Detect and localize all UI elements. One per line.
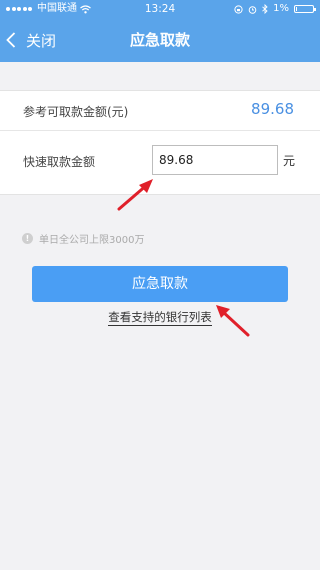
withdraw-amount-input[interactable]: 89.68 [152,145,278,175]
supported-banks-link-row: 查看支持的银行列表 [0,309,320,326]
red-arrow-annotation [216,305,250,337]
info-icon: ! [22,233,33,244]
emergency-withdraw-button[interactable]: 应急取款 [32,266,288,302]
withdraw-card: 参考可取款金额(元) 89.68 快速取款金额 [0,90,320,195]
page-title: 应急取款 [129,31,190,49]
reference-amount-row: 参考可取款金额(元) 89.68 [0,91,320,131]
bluetooth-icon [262,4,268,14]
red-arrow-annotation [117,179,153,211]
reference-amount-value: 89.68 [251,100,294,118]
battery-percent: 1% [273,3,289,14]
daily-limit-notice: ! 单日全公司上限3000万 [22,231,144,246]
lock-rotation-icon [234,4,243,14]
supported-banks-link[interactable]: 查看支持的银行列表 [108,310,212,326]
fast-withdraw-label: 快速取款金额 [23,155,96,169]
nav-bar: 关闭 应急取款 [0,18,320,62]
app-header: 中国联通 13:24 1% 关闭 应急取款 [0,0,320,62]
status-bar: 中国联通 13:24 1% [0,0,320,18]
daily-limit-text: 单日全公司上限3000万 [39,235,145,246]
alarm-icon [248,5,257,14]
amount-unit: 元 [283,154,296,168]
battery-icon [294,5,316,13]
reference-amount-label: 参考可取款金额(元) [23,105,129,119]
